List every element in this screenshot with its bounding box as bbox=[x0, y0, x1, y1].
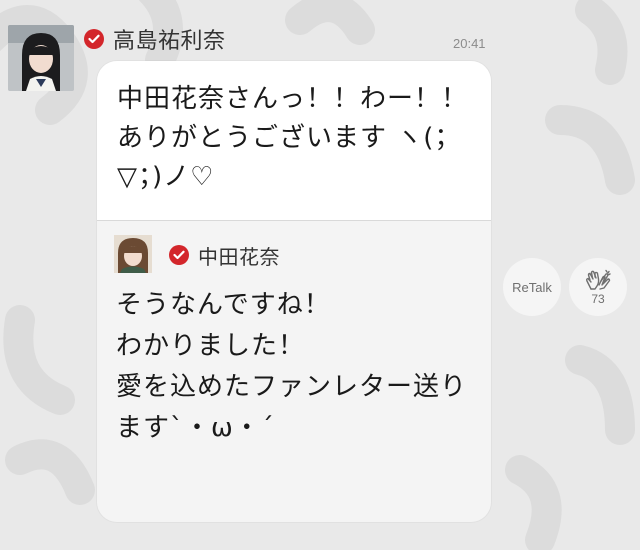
retalk-label: ReTalk bbox=[512, 279, 552, 295]
quoted-header: 中田花奈 bbox=[169, 241, 280, 270]
girl-small-avatar bbox=[114, 235, 152, 273]
quoted-text: そうなんですね！ わかりました！ 愛を込めたファンレター送りますˋ・ω・ˊ bbox=[116, 290, 468, 443]
quoted-author-name[interactable]: 中田花奈 bbox=[198, 241, 280, 270]
verified-icon bbox=[169, 245, 189, 265]
clap-button[interactable]: 73 bbox=[569, 258, 627, 316]
sender-header: 高島祐利奈 bbox=[84, 23, 226, 55]
retalk-button[interactable]: ReTalk bbox=[503, 258, 561, 316]
sender-name[interactable]: 高島祐利奈 bbox=[113, 23, 226, 55]
clap-count: 73 bbox=[591, 291, 605, 306]
quoted-author-avatar[interactable] bbox=[114, 235, 152, 273]
sender-avatar[interactable] bbox=[8, 25, 74, 91]
message-text: 中田花奈さんっ！！わー！！ありがとうございます ヽ(；▽；)ノ♡ bbox=[117, 84, 469, 192]
message-time: 20:41 bbox=[453, 36, 486, 51]
message-body: 中田花奈さんっ！！わー！！ありがとうございます ヽ(；▽；)ノ♡ bbox=[97, 61, 491, 221]
verified-icon bbox=[84, 29, 104, 49]
clapping-hands-icon bbox=[585, 269, 611, 290]
message-bubble[interactable]: 中田花奈さんっ！！わー！！ありがとうございます ヽ(；▽；)ノ♡ 中田花奈 そう… bbox=[97, 61, 491, 522]
girl-portrait-avatar bbox=[8, 25, 74, 91]
